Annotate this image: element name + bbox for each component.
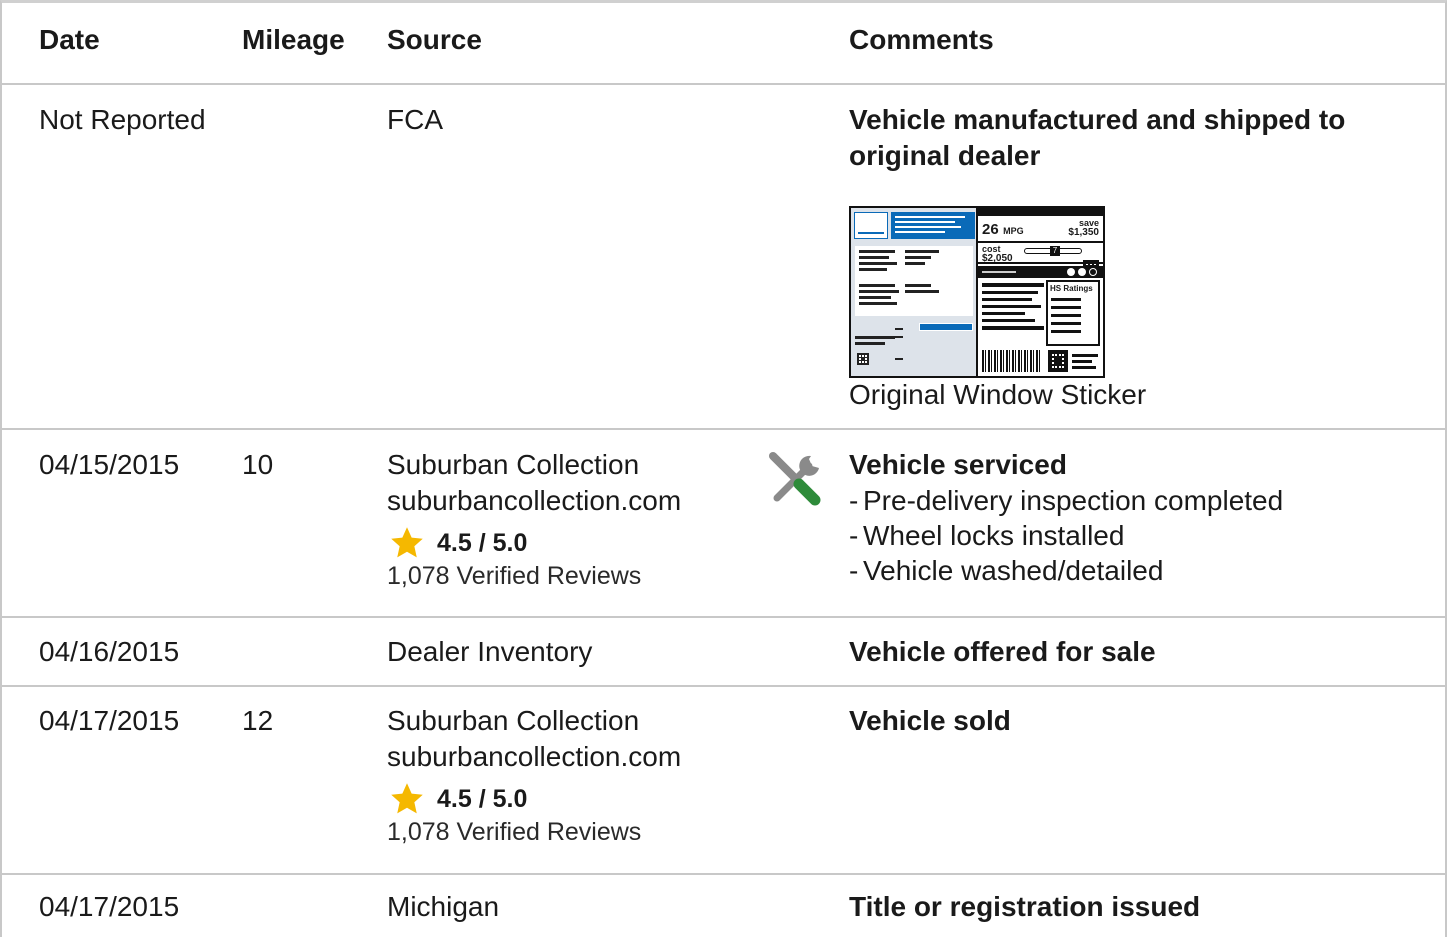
row-date: Not Reported bbox=[39, 104, 206, 135]
sticker-mpg: 26 bbox=[982, 221, 999, 238]
sticker-mpg-unit: MPG bbox=[1003, 226, 1024, 236]
sticker-ratings-label: HS Ratings bbox=[1050, 284, 1093, 293]
service-item: - Vehicle washed/detailed bbox=[849, 555, 1164, 586]
dealer-name-link[interactable]: Suburban Collection bbox=[387, 703, 681, 739]
table-row: Not Reported FCA Vehicle manufactured an… bbox=[2, 85, 1447, 430]
table-header: Date Mileage Source Comments bbox=[2, 3, 1447, 85]
header-mileage: Mileage bbox=[242, 24, 345, 55]
row-mileage: 12 bbox=[242, 705, 274, 736]
row-comment-title: Vehicle offered for sale bbox=[849, 636, 1156, 667]
star-icon bbox=[391, 527, 423, 558]
verified-reviews-link[interactable]: 1,078 Verified Reviews bbox=[387, 817, 681, 847]
row-source: Dealer Inventory bbox=[387, 636, 593, 667]
table-row: 04/15/2015 10 Suburban Collection suburb… bbox=[2, 430, 1447, 618]
row-mileage: 10 bbox=[242, 449, 274, 480]
row-comment-title: Title or registration issued bbox=[849, 891, 1201, 922]
row-source: FCA bbox=[387, 104, 443, 135]
table-row: 04/17/2015 12 Suburban Collection suburb… bbox=[2, 687, 1447, 875]
row-comment-title: Vehicle manufactured and shipped to orig… bbox=[849, 104, 1346, 171]
sticker-right-panel: 26 MPG save $1,350 cost $2,050 7 HS Rati… bbox=[978, 208, 1103, 376]
header-date: Date bbox=[39, 24, 100, 55]
dealer-website-link[interactable]: suburbancollection.com bbox=[387, 739, 681, 775]
window-sticker-thumbnail[interactable]: 26 MPG save $1,350 cost $2,050 7 HS Rati… bbox=[849, 206, 1105, 378]
dealer-rating[interactable]: 4.5 / 5.0 bbox=[387, 525, 681, 561]
row-date: 04/17/2015 bbox=[39, 705, 180, 736]
table-row: 04/17/2015 Michigan Title or registratio… bbox=[2, 875, 1447, 937]
row-date: 04/15/2015 bbox=[39, 449, 180, 480]
row-date: 04/17/2015 bbox=[39, 891, 180, 922]
rating-value: 4.5 / 5.0 bbox=[437, 529, 528, 557]
wrench-screwdriver-icon bbox=[769, 452, 821, 506]
row-source: Michigan bbox=[387, 891, 500, 922]
row-comment: Vehicle serviced - Pre-delivery inspectio… bbox=[849, 447, 1409, 588]
dealer-name-link[interactable]: Suburban Collection bbox=[387, 447, 681, 483]
sticker-scale-value: 7 bbox=[1050, 246, 1060, 256]
dealer-website-link[interactable]: suburbancollection.com bbox=[387, 483, 681, 519]
header-source: Source bbox=[387, 24, 482, 55]
row-source: Suburban Collection suburbancollection.c… bbox=[387, 703, 681, 847]
dealer-rating[interactable]: 4.5 / 5.0 bbox=[387, 781, 681, 817]
row-date: 04/16/2015 bbox=[39, 636, 180, 667]
rating-value: 4.5 / 5.0 bbox=[437, 785, 528, 813]
sticker-left-panel bbox=[851, 208, 978, 376]
service-icon-wrap bbox=[767, 450, 825, 517]
table-row: 04/16/2015 Dealer Inventory Vehicle offe… bbox=[2, 618, 1447, 687]
row-comment-title: Vehicle sold bbox=[849, 705, 1011, 736]
row-source: Suburban Collection suburbancollection.c… bbox=[387, 447, 681, 591]
row-comment-title: Vehicle serviced bbox=[849, 449, 1067, 480]
window-sticker-caption[interactable]: Original Window Sticker bbox=[849, 377, 1146, 413]
verified-reviews-link[interactable]: 1,078 Verified Reviews bbox=[387, 561, 681, 591]
header-comments: Comments bbox=[849, 24, 994, 55]
service-item: - Pre-delivery inspection completed bbox=[849, 485, 1284, 516]
sticker-save-value: $1,350 bbox=[1068, 227, 1099, 238]
star-icon bbox=[391, 783, 423, 814]
service-item: - Wheel locks installed bbox=[849, 520, 1125, 551]
history-table: Date Mileage Source Comments Not Reporte… bbox=[0, 0, 1447, 937]
